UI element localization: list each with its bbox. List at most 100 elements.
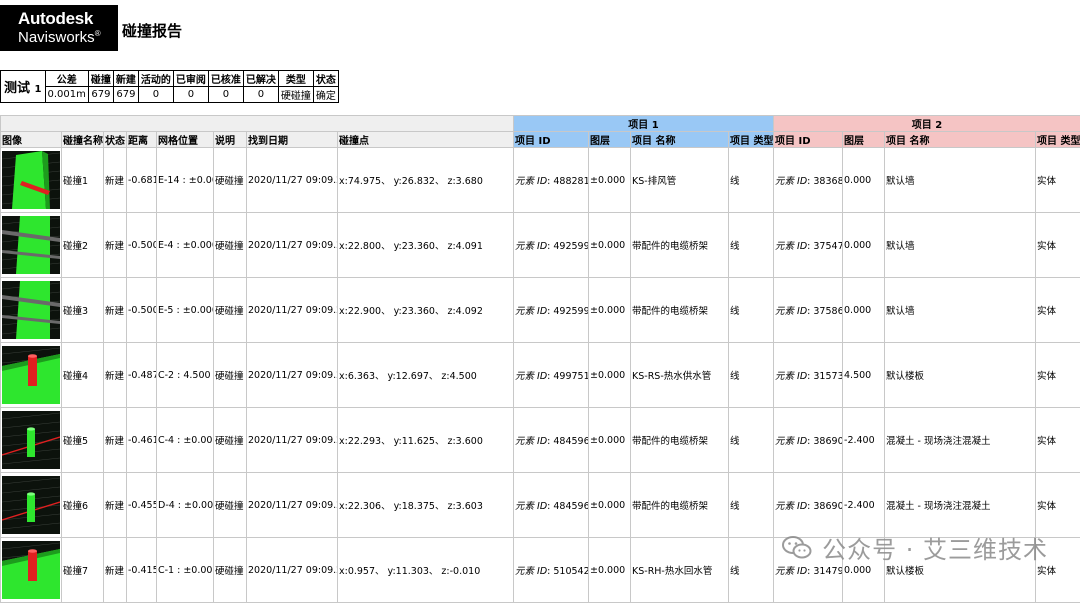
item2-type: 实体 — [1036, 148, 1080, 213]
clash-thumbnail — [2, 281, 60, 339]
item1-type: 线 — [729, 213, 774, 278]
clash-image-cell — [1, 538, 62, 603]
item1-type: 线 — [729, 343, 774, 408]
item2-id-value: 314791 — [813, 566, 842, 577]
grid-location: C-4 : ±0.000 — [157, 408, 214, 473]
item1-layer: ±0.000 — [589, 278, 631, 343]
found-date: 2020/11/27 09:09.20 — [247, 278, 338, 343]
item1-id: 元素 ID: 5105428 — [514, 538, 589, 603]
report-header: Autodesk Navisworks® 碰撞报告 — [0, 0, 1080, 55]
column-header: 碰撞名称 — [62, 132, 104, 148]
watermark: 公众号 · 艾三维技术 — [782, 530, 1048, 565]
clash-name: 碰撞4 — [62, 343, 104, 408]
element-id-prefix: 元素 ID — [775, 241, 807, 252]
clash-image-cell — [1, 408, 62, 473]
column-header: 项目 ID — [774, 132, 843, 148]
grid-location: C-1 : ±0.000 — [157, 538, 214, 603]
column-header: 图层 — [589, 132, 631, 148]
logo-line1: Autodesk — [18, 9, 93, 29]
item2-type: 实体 — [1036, 278, 1080, 343]
column-header: 项目 名称 — [885, 132, 1036, 148]
item2-name: 混凝土 - 现场浇注混凝土 — [885, 473, 1036, 538]
summary-value: 679 — [113, 87, 138, 103]
column-header: 项目 类型 — [729, 132, 774, 148]
item2-name: 默认楼板 — [885, 343, 1036, 408]
grid-location: E-4 : ±0.000 — [157, 213, 214, 278]
item2-id-value: 375470 — [813, 241, 842, 252]
grid-location: C-2 : 4.500 — [157, 343, 214, 408]
table-row: 碰撞4新建-0.487C-2 : 4.500硬碰撞2020/11/27 09:0… — [1, 343, 1080, 408]
item2-id-value: 386902 — [813, 436, 842, 447]
item1-layer: ±0.000 — [589, 343, 631, 408]
summary-value: 679 — [88, 87, 113, 103]
clash-name: 碰撞1 — [62, 148, 104, 213]
clash-point: x:74.975、 y:26.832、 z:3.680 — [338, 148, 514, 213]
summary-header: 已解决 — [243, 71, 278, 87]
found-date: 2020/11/27 09:09.20 — [247, 213, 338, 278]
clash-distance: -0.455 — [127, 473, 157, 538]
item2-id-value: 375865 — [813, 306, 842, 317]
element-id-prefix: 元素 ID — [515, 306, 547, 317]
summary-value: 0 — [208, 87, 243, 103]
clash-point: x:22.293、 y:11.625、 z:3.600 — [338, 408, 514, 473]
wechat-icon — [782, 535, 812, 561]
item1-type: 线 — [729, 473, 774, 538]
item2-id: 元素 ID: 386906 — [774, 473, 843, 538]
found-date: 2020/11/27 09:09.20 — [247, 473, 338, 538]
element-id-prefix: 元素 ID — [775, 176, 807, 187]
clash-thumbnail — [2, 476, 60, 534]
clash-status: 新建 — [104, 148, 127, 213]
grid-location: D-4 : ±0.000 — [157, 473, 214, 538]
summary-value: 0 — [138, 87, 173, 103]
clash-thumbnail — [2, 411, 60, 469]
item1-name: 带配件的电缆桥架 — [631, 408, 729, 473]
item1-id-value: 4882818 — [553, 176, 588, 187]
item1-id: 元素 ID: 4925990 — [514, 278, 589, 343]
column-header: 网格位置 — [157, 132, 214, 148]
clash-description: 硬碰撞 — [214, 473, 247, 538]
item2-id: 元素 ID: 383681 — [774, 148, 843, 213]
clash-description: 硬碰撞 — [214, 408, 247, 473]
clash-distance: -0.500 — [127, 278, 157, 343]
column-header: 距离 — [127, 132, 157, 148]
summary-header: 公差 — [45, 71, 88, 87]
item2-id-value: 383681 — [813, 176, 842, 187]
column-header: 说明 — [214, 132, 247, 148]
item2-type: 实体 — [1036, 213, 1080, 278]
item1-id-value: 4845969 — [553, 501, 588, 512]
item1-id: 元素 ID: 4925990 — [514, 213, 589, 278]
clash-distance: -0.415 — [127, 538, 157, 603]
clash-name: 碰撞2 — [62, 213, 104, 278]
clash-point: x:22.306、 y:18.375、 z:3.603 — [338, 473, 514, 538]
summary-header: 碰撞 — [88, 71, 113, 87]
item1-name: 带配件的电缆桥架 — [631, 213, 729, 278]
clash-name: 碰撞6 — [62, 473, 104, 538]
test-name-cell: 测试 1 — [1, 71, 46, 103]
item1-name: KS-排风管 — [631, 148, 729, 213]
element-id-prefix: 元素 ID — [775, 566, 807, 577]
element-id-prefix: 元素 ID — [515, 241, 547, 252]
clash-name: 碰撞3 — [62, 278, 104, 343]
column-header: 状态 — [104, 132, 127, 148]
item2-id: 元素 ID: 386902 — [774, 408, 843, 473]
item2-name: 默认墙 — [885, 148, 1036, 213]
report-title: 碰撞报告 — [122, 20, 182, 41]
element-id-prefix: 元素 ID — [515, 176, 547, 187]
item2-id-value: 315730 — [813, 371, 842, 382]
clash-thumbnail — [2, 151, 60, 209]
item1-id-value: 4925990 — [553, 306, 588, 317]
element-id-prefix: 元素 ID — [515, 566, 547, 577]
item1-layer: ±0.000 — [589, 213, 631, 278]
test-number: 1 — [35, 84, 42, 95]
clash-point: x:6.363、 y:12.697、 z:4.500 — [338, 343, 514, 408]
summary-header: 新建 — [113, 71, 138, 87]
clash-distance: -0.681 — [127, 148, 157, 213]
grid-location: E-5 : ±0.000 — [157, 278, 214, 343]
item1-name: 带配件的电缆桥架 — [631, 278, 729, 343]
clash-status: 新建 — [104, 538, 127, 603]
summary-header: 状态 — [313, 71, 338, 87]
summary-value: 0 — [173, 87, 208, 103]
item2-name: 默认墙 — [885, 278, 1036, 343]
column-header: 找到日期 — [247, 132, 338, 148]
column-header: 图像 — [1, 132, 62, 148]
